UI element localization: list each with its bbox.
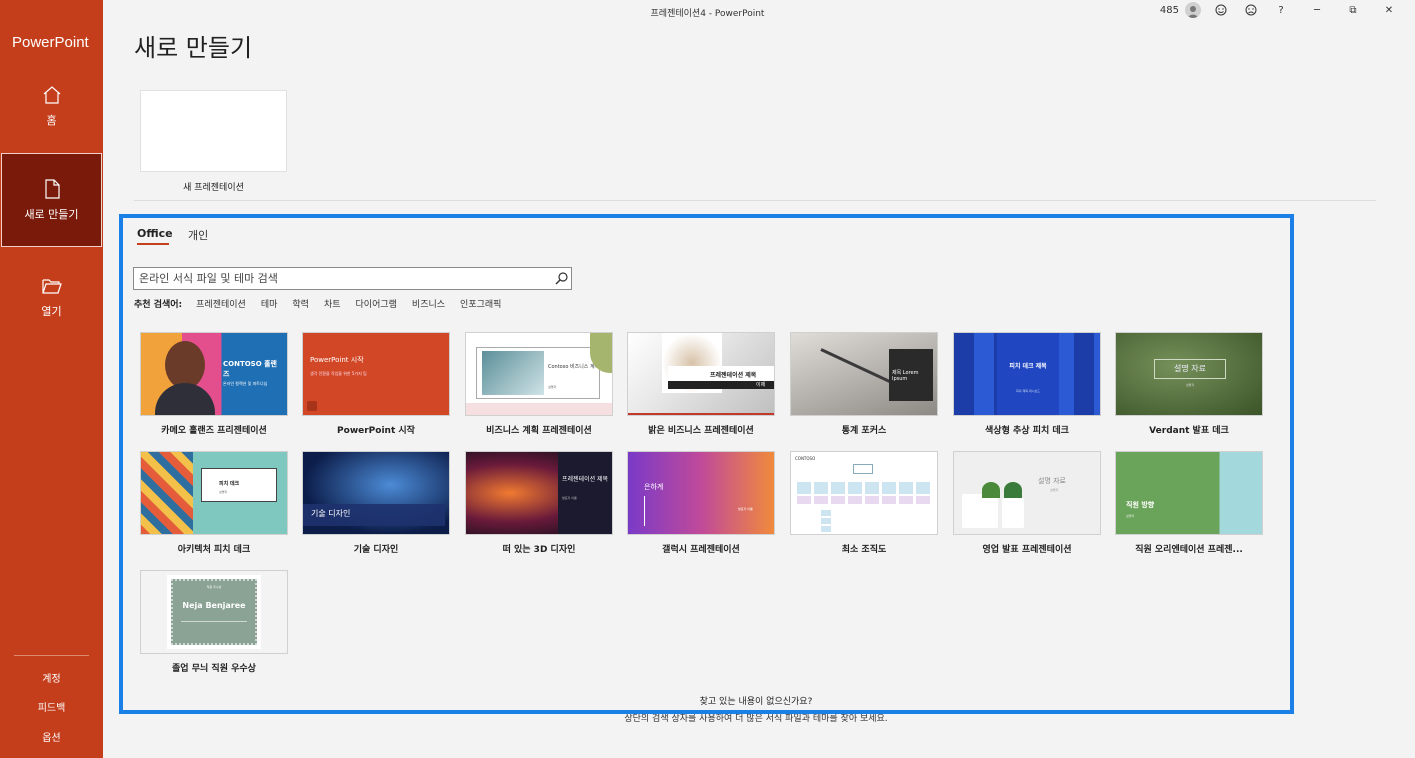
section-divider bbox=[134, 200, 1376, 201]
account-button[interactable] bbox=[1183, 0, 1203, 20]
sidebar: PowerPoint 홈 새로 만들기 열기 계정 피드백 옵션 bbox=[0, 0, 103, 758]
sidebar-divider bbox=[14, 655, 89, 656]
highlight-frame bbox=[119, 214, 1294, 714]
avatar bbox=[1185, 2, 1201, 18]
sidebar-item-options[interactable]: 옵션 bbox=[0, 729, 103, 744]
help-button[interactable]: ? bbox=[1263, 0, 1299, 20]
sidebar-item-account[interactable]: 계정 bbox=[0, 670, 103, 685]
folder-icon bbox=[41, 279, 62, 294]
sidebar-item-home[interactable]: 홈 bbox=[0, 84, 103, 134]
frown-button[interactable] bbox=[1239, 0, 1263, 20]
home-icon bbox=[43, 86, 60, 104]
titlebar-controls: 485 ? ─ ⧉ ✕ bbox=[1155, 0, 1407, 20]
minimize-button[interactable]: ─ bbox=[1299, 0, 1335, 20]
sidebar-item-label: 홈 bbox=[46, 114, 57, 127]
sidebar-item-label: 열기 bbox=[41, 305, 62, 318]
blank-presentation-thumbnail[interactable] bbox=[140, 90, 287, 172]
count-label: 485 bbox=[1159, 4, 1179, 16]
smile-icon bbox=[1215, 4, 1227, 16]
sidebar-item-label: 새로 만들기 bbox=[24, 208, 79, 221]
smile-button[interactable] bbox=[1203, 0, 1239, 20]
frown-icon bbox=[1245, 4, 1257, 16]
sidebar-item-new[interactable]: 새로 만들기 bbox=[1, 153, 102, 247]
new-document-icon bbox=[44, 179, 60, 199]
close-button[interactable]: ✕ bbox=[1371, 0, 1407, 20]
user-icon bbox=[1187, 6, 1199, 18]
sidebar-item-open[interactable]: 열기 bbox=[0, 275, 103, 325]
page-title: 새로 만들기 bbox=[134, 34, 253, 62]
app-name: PowerPoint bbox=[12, 34, 89, 51]
blank-presentation-label[interactable]: 새 프레젠테이션 bbox=[140, 180, 287, 193]
restore-button[interactable]: ⧉ bbox=[1335, 0, 1371, 20]
